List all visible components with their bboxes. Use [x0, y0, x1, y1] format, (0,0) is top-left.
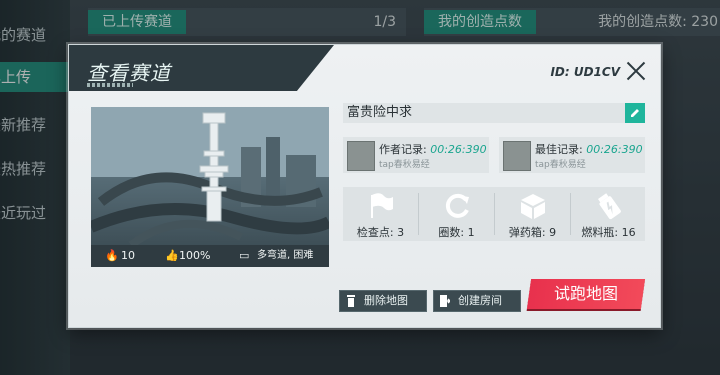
- map-id: ID: UD1CV: [550, 65, 620, 79]
- fuel-bottle-icon: [597, 193, 621, 220]
- author-record-time: 00:26:390: [430, 143, 487, 156]
- author-record: 作者记录: 00:26:390 tap春秋易经: [343, 137, 489, 173]
- track-preview-scene: [91, 107, 329, 245]
- author-record-label: 作者记录:: [379, 143, 427, 156]
- heat-value: 10: [121, 249, 135, 262]
- door-icon: [440, 295, 450, 307]
- author-record-line: 作者记录: 00:26:390: [379, 141, 487, 157]
- delete-map-button[interactable]: 删除地图: [339, 290, 427, 312]
- author-record-player: tap春秋易经: [379, 160, 430, 170]
- feature-ammo: 弹药箱: 9: [495, 187, 570, 241]
- best-record-player: tap春秋易经: [535, 160, 586, 170]
- track-name: 富贵险中求: [347, 105, 413, 120]
- feature-laps: 圈数: 1: [419, 187, 494, 241]
- try-run-label: 试跑地图: [553, 284, 618, 303]
- like-rate: 100%: [179, 249, 211, 262]
- create-room-button[interactable]: 创建房间: [433, 290, 521, 312]
- trash-icon: [347, 295, 355, 307]
- best-record-time: 00:26:390: [586, 143, 643, 156]
- track-preview-image: [91, 107, 329, 245]
- close-icon[interactable]: [624, 59, 648, 83]
- dialog-title: 查看赛道: [87, 61, 171, 85]
- track-name-bar: 富贵险中求: [343, 103, 645, 123]
- track-features: 检查点: 3 圈数: 1 弹药箱: 9 燃料瓶: 16: [343, 187, 645, 241]
- flame-icon: 🔥: [105, 249, 119, 262]
- feature-checkpoints: 检查点: 3: [343, 187, 418, 241]
- track-detail-dialog: 查看赛道 ID: UD1CV 🔥 10 👍 100% ▭ 多弯道, 困难 富贵险…: [68, 44, 661, 328]
- feature-label: 弹药箱: 9: [508, 226, 557, 239]
- best-record-label: 最佳记录:: [535, 143, 583, 156]
- best-avatar: [503, 141, 531, 171]
- feature-label: 圈数: 1: [438, 226, 475, 239]
- best-record: 最佳记录: 00:26:390 tap春秋易经: [499, 137, 645, 173]
- edit-name-button[interactable]: [625, 103, 645, 123]
- track-tags: 多弯道, 困难: [257, 250, 314, 261]
- feature-label: 检查点: 3: [356, 226, 405, 239]
- tag-icon: ▭: [239, 249, 250, 262]
- track-stats-bar: 🔥 10 👍 100% ▭ 多弯道, 困难: [91, 245, 329, 267]
- flag-icon: [370, 193, 393, 218]
- create-room-label: 创建房间: [458, 294, 502, 307]
- best-record-line: 最佳记录: 00:26:390: [535, 141, 643, 157]
- thumbs-up-icon: 👍: [165, 249, 179, 262]
- try-run-map-button[interactable]: 试跑地图: [526, 279, 646, 309]
- title-decoration: [87, 83, 133, 87]
- feature-fuel: 燃料瓶: 16: [571, 187, 646, 241]
- ammo-box-icon: [520, 194, 545, 219]
- author-avatar: [347, 141, 375, 171]
- laps-icon: [445, 193, 469, 218]
- pencil-icon: [631, 109, 639, 117]
- feature-label: 燃料瓶: 16: [581, 226, 636, 239]
- delete-map-label: 删除地图: [364, 294, 408, 307]
